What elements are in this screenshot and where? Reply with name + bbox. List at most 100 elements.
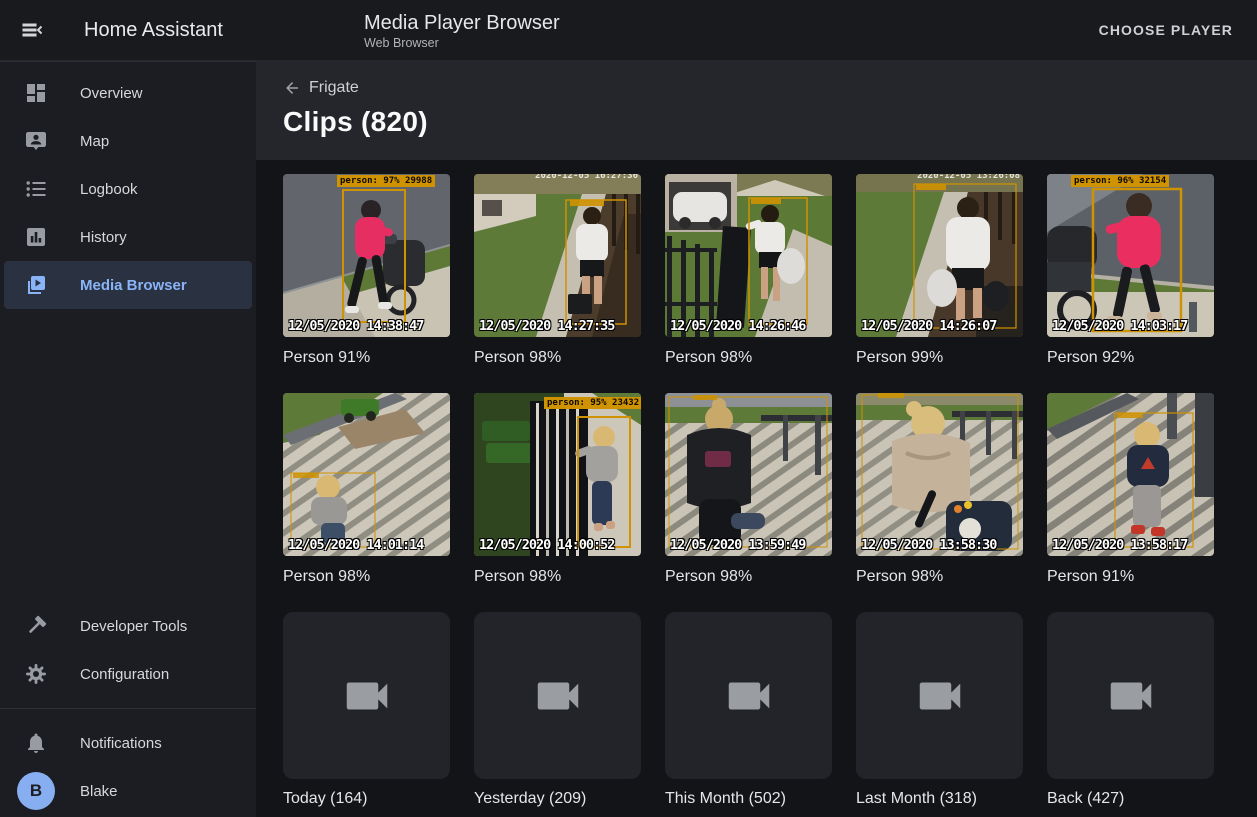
video-camera-icon (1104, 669, 1158, 723)
clip-caption: Person 98% (474, 349, 641, 367)
clip-timestamp: 12/05/2020 14:00:52 (479, 537, 614, 553)
detection-label: person: 97% 29988 (337, 175, 435, 187)
media-browser-icon (24, 273, 48, 297)
clip-thumbnail: 2020-12-05 16:27:36 12/05/2020 14:27:35 (474, 174, 641, 337)
folder-tile-today[interactable]: Today (164) (283, 612, 450, 808)
sidebar-item-developer-tools[interactable]: Developer Tools (4, 602, 252, 650)
folder-tile-this-month[interactable]: This Month (502) (665, 612, 832, 808)
clip-tile[interactable]: 12/05/2020 14:26:46 Person 98% (665, 174, 832, 367)
clip-caption: Person 98% (474, 568, 641, 586)
video-camera-icon (722, 669, 776, 723)
choose-player-button[interactable]: CHOOSE PLAYER (1091, 14, 1241, 46)
clip-tile[interactable]: 12/05/2020 13:59:49 Person 98% (665, 393, 832, 586)
bell-icon (24, 731, 48, 755)
folder-label: This Month (502) (665, 790, 832, 808)
clip-caption: Person 98% (665, 568, 832, 586)
back-arrow-icon (283, 79, 301, 97)
video-camera-icon (340, 669, 394, 723)
clip-timestamp: 12/05/2020 14:27:35 (479, 318, 614, 334)
clip-thumbnail: 12/05/2020 13:59:49 (665, 393, 832, 556)
clip-tile[interactable]: 2020-12-05 13:26:08 12/05/2020 14:26:07 … (856, 174, 1023, 367)
clip-tile[interactable]: person: 96% 32154 12/05/2020 14:03:17 Pe… (1047, 174, 1214, 367)
chart-box-icon (24, 225, 48, 249)
folder-thumbnail (665, 612, 832, 779)
clip-tile[interactable]: 12/05/2020 13:58:17 Person 91% (1047, 393, 1214, 586)
user-name: Blake (80, 783, 118, 800)
clip-tile[interactable]: 2020-12-05 16:27:36 12/05/2020 14:27:35 … (474, 174, 641, 367)
clip-tile[interactable]: 12/05/2020 14:01:14 Person 98% (283, 393, 450, 586)
folder-thumbnail (283, 612, 450, 779)
sidebar-item-media-browser[interactable]: Media Browser (4, 261, 252, 309)
hammer-icon (24, 614, 48, 638)
browse-header: Frigate Clips (820) (256, 61, 1257, 160)
clip-tile[interactable]: 12/05/2020 13:58:30 Person 98% (856, 393, 1023, 586)
clip-caption: Person 92% (1047, 349, 1214, 367)
clip-thumbnail: 12/05/2020 14:26:46 (665, 174, 832, 337)
sidebar-item-label: Notifications (80, 735, 162, 752)
gear-icon (24, 662, 48, 686)
clip-tile[interactable]: person: 97% 29988 12/05/2020 14:38:47 Pe… (283, 174, 450, 367)
sidebar-item-logbook[interactable]: Logbook (4, 165, 252, 213)
sidebar-item-label: History (80, 229, 127, 246)
folder-label: Last Month (318) (856, 790, 1023, 808)
folder-tile-yesterday[interactable]: Yesterday (209) (474, 612, 641, 808)
sidebar-item-label: Logbook (80, 181, 138, 198)
app-top-bar: Home Assistant Media Player Browser Web … (0, 0, 1257, 61)
clip-timestamp: 12/05/2020 14:01:14 (288, 537, 423, 553)
media-browser-content: Frigate Clips (820) (256, 61, 1257, 817)
clip-thumbnail: person: 96% 32154 12/05/2020 14:03:17 (1047, 174, 1214, 337)
sidebar-item-label: Map (80, 133, 109, 150)
dashboard-icon (24, 81, 48, 105)
folder-tile-last-month[interactable]: Last Month (318) (856, 612, 1023, 808)
clip-timestamp: 12/05/2020 14:26:07 (861, 318, 996, 334)
folder-label: Today (164) (283, 790, 450, 808)
clip-thumbnail: 12/05/2020 13:58:30 (856, 393, 1023, 556)
clip-timestamp: 12/05/2020 13:58:17 (1052, 537, 1187, 553)
map-marker-account-icon (24, 129, 48, 153)
sidebar: Overview Map Logbook History Media Brows… (0, 61, 256, 817)
avatar: B (17, 772, 55, 810)
folder-thumbnail (474, 612, 641, 779)
video-camera-icon (913, 669, 967, 723)
folder-thumbnail (1047, 612, 1214, 779)
video-camera-icon (531, 669, 585, 723)
clips-grid: person: 97% 29988 12/05/2020 14:38:47 Pe… (283, 174, 1257, 808)
sidebar-item-history[interactable]: History (4, 213, 252, 261)
camera-osd-timestamp: 2020-12-05 16:27:36 (535, 174, 638, 181)
clip-caption: Person 99% (856, 349, 1023, 367)
clip-timestamp: 12/05/2020 13:58:30 (861, 537, 996, 553)
sidebar-item-user-profile[interactable]: B Blake (4, 767, 252, 815)
sidebar-divider (0, 708, 256, 709)
sidebar-item-label: Overview (80, 85, 143, 102)
sidebar-item-label: Developer Tools (80, 618, 187, 635)
sidebar-item-notifications[interactable]: Notifications (4, 719, 252, 767)
detection-label: person: 95% 23432 (544, 397, 641, 409)
breadcrumb[interactable]: Frigate (283, 79, 359, 97)
clip-caption: Person 98% (665, 349, 832, 367)
sidebar-item-overview[interactable]: Overview (4, 69, 252, 117)
clip-thumbnail: person: 95% 23432 12/05/2020 14:00:52 (474, 393, 641, 556)
folder-label: Yesterday (209) (474, 790, 641, 808)
clip-caption: Person 98% (856, 568, 1023, 586)
media-browser-subtitle: Web Browser (364, 36, 560, 50)
sidebar-item-label: Media Browser (80, 277, 187, 294)
folder-label: Back (427) (1047, 790, 1214, 808)
sidebar-toggle-menu-icon[interactable] (20, 18, 44, 42)
folder-tile-back[interactable]: Back (427) (1047, 612, 1214, 808)
sidebar-item-label: Configuration (80, 666, 169, 683)
clip-timestamp: 12/05/2020 14:03:17 (1052, 318, 1187, 334)
sidebar-item-map[interactable]: Map (4, 117, 252, 165)
folder-thumbnail (856, 612, 1023, 779)
breadcrumb-label: Frigate (309, 79, 359, 97)
sidebar-item-configuration[interactable]: Configuration (4, 650, 252, 698)
media-browser-header: Media Player Browser Web Browser (364, 11, 560, 50)
clip-timestamp: 12/05/2020 14:26:46 (670, 318, 805, 334)
clip-tile[interactable]: person: 95% 23432 12/05/2020 14:00:52 Pe… (474, 393, 641, 586)
clip-thumbnail: 12/05/2020 14:01:14 (283, 393, 450, 556)
detection-label: person: 96% 32154 (1071, 175, 1169, 187)
page-title: Clips (820) (283, 106, 1257, 138)
clip-thumbnail: 12/05/2020 13:58:17 (1047, 393, 1214, 556)
clip-timestamp: 12/05/2020 13:59:49 (670, 537, 805, 553)
camera-osd-timestamp: 2020-12-05 13:26:08 (917, 174, 1020, 181)
clip-timestamp: 12/05/2020 14:38:47 (288, 318, 423, 334)
